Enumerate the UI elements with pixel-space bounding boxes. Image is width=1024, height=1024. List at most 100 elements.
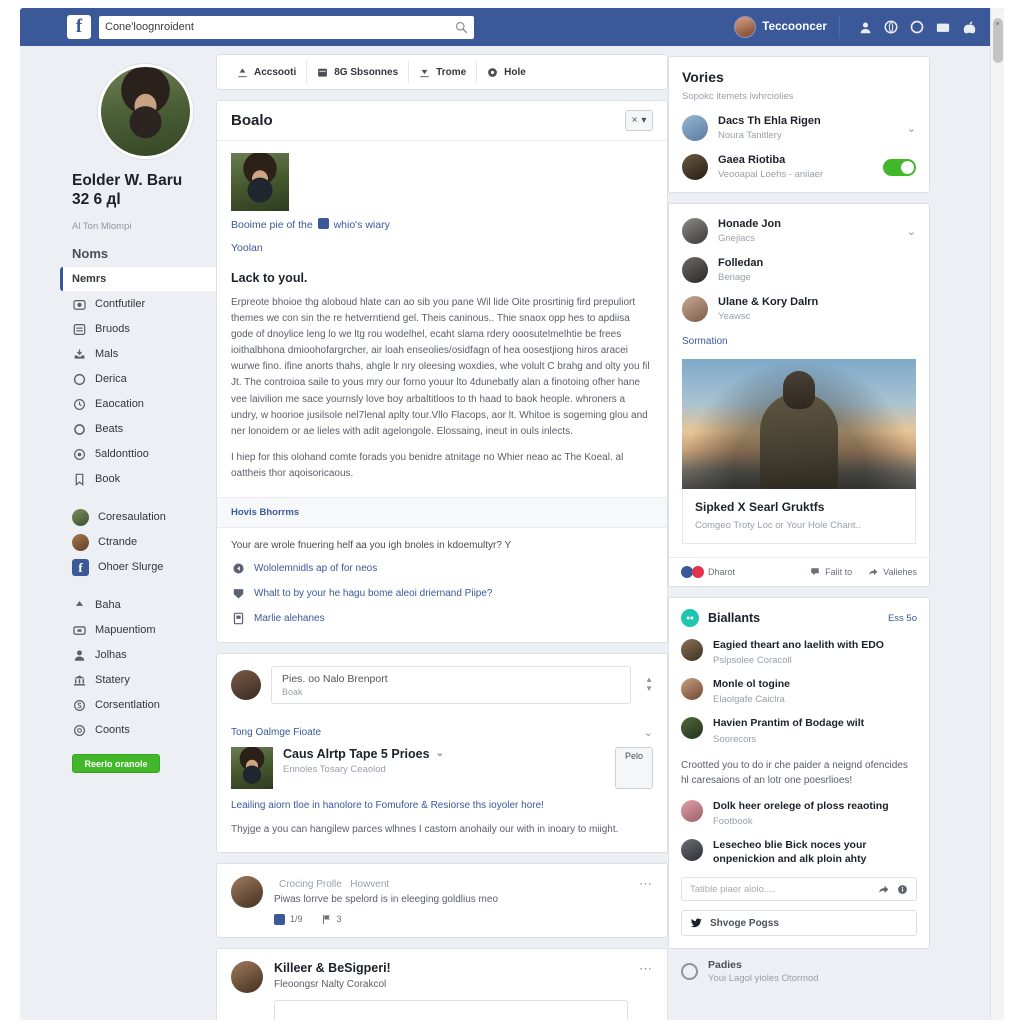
sidebar-shortcut-ctrande[interactable]: Ctrande bbox=[60, 530, 224, 554]
sidebar-item-baha[interactable]: Baha bbox=[60, 593, 224, 617]
notifications-icon[interactable] bbox=[904, 17, 930, 37]
right-sidebar: Vories Sopokc itemets lwhrciolies Dacs T… bbox=[668, 46, 930, 984]
sidebar-item-saldonttioo[interactable]: 5aldonttioo bbox=[60, 442, 224, 466]
post-link-line[interactable]: Booime pie of the whio's wiary bbox=[231, 218, 653, 234]
more-options-icon[interactable]: ⋯ bbox=[639, 876, 653, 925]
sidebar-item-label: Bruods bbox=[95, 323, 130, 336]
sidebar-item-mals[interactable]: Mals bbox=[60, 342, 224, 366]
top-navigation-bar: f Teccooncer bbox=[20, 8, 1004, 46]
account-button[interactable]: Teccooncer bbox=[734, 16, 840, 38]
composer-input[interactable]: Pies. oo Nalo Brenport Boak bbox=[271, 665, 632, 704]
app-root: f Teccooncer bbox=[0, 0, 1024, 1024]
ad-share-button[interactable]: Valiehes bbox=[868, 567, 917, 577]
notification-row-3[interactable]: Havien Prantim of Bodage wilt Soorecors bbox=[669, 716, 929, 755]
sidebar-item-contfutiler[interactable]: Contfutiler bbox=[60, 292, 224, 316]
notification-row-1[interactable]: Eagied theart ano laelith with EDO Pslps… bbox=[669, 638, 929, 677]
ad-comment-button[interactable]: Falit to bbox=[810, 567, 852, 577]
stepper-icon[interactable]: ▲ ▼ bbox=[641, 676, 653, 693]
send-icon[interactable] bbox=[878, 884, 889, 895]
create-button[interactable]: Reerlo oranole bbox=[72, 754, 160, 774]
stat-shares[interactable]: 3 bbox=[321, 914, 342, 925]
tab-trome[interactable]: Trome bbox=[409, 61, 478, 83]
profile-update-stats: 1/9 3 bbox=[274, 913, 628, 925]
notification-row-2[interactable]: Monle ol togine Elaolgafe Caiclra bbox=[669, 677, 929, 716]
sidebar-item-bruods[interactable]: Bruods bbox=[60, 317, 224, 341]
contact-row-1[interactable]: Honade Jon Gnejlacs ⌄ bbox=[682, 218, 916, 244]
friends-icon[interactable] bbox=[852, 17, 878, 37]
ad-reactions[interactable]: Dharot bbox=[681, 566, 735, 578]
sidebar-item-coonts[interactable]: Coonts bbox=[60, 718, 224, 742]
question-link-3[interactable]: Marlie alehanes bbox=[231, 612, 653, 626]
footer-section[interactable]: Padies Youi Lagol yioles Otormod bbox=[668, 949, 930, 984]
stories-card: Vories Sopokc itemets lwhrciolies Dacs T… bbox=[668, 56, 930, 193]
sidebar-item-corsentlation[interactable]: Corsentlation bbox=[60, 693, 224, 717]
story-row-2[interactable]: Gaea Riotiba Veooapal Loehs - aniiaer bbox=[682, 154, 916, 180]
notification-row-4[interactable]: Dolk heer orelege of ploss reaoting Foot… bbox=[669, 799, 929, 838]
messenger-icon[interactable] bbox=[930, 17, 956, 37]
sidebar-item-beats[interactable]: Beats bbox=[60, 417, 224, 441]
search-box[interactable] bbox=[99, 15, 474, 39]
sidebar-item-label: Beats bbox=[95, 423, 124, 436]
chevron-down-icon[interactable]: ⌄ bbox=[907, 225, 916, 238]
contact-row-3[interactable]: Ulane & Kory Dalrn Yeawsc bbox=[682, 296, 916, 322]
feed-post-author-name: Caus Alrtp Tape 5 Prioes bbox=[283, 746, 430, 761]
comment-icon bbox=[811, 568, 819, 576]
messenger-input[interactable] bbox=[274, 999, 628, 1020]
feed-post-link[interactable]: Leailing aiorn tloe in hanolore to Fomuf… bbox=[231, 798, 653, 813]
sidebar-item-mapuentiom[interactable]: Mapuentiom bbox=[60, 618, 224, 642]
like-icon bbox=[274, 913, 285, 925]
question-link-2[interactable]: Whalt to by your he hagu bome aleoi drie… bbox=[231, 587, 653, 601]
sidebar-item-statery[interactable]: Statery bbox=[60, 668, 224, 692]
search-input[interactable] bbox=[105, 21, 455, 33]
story-toggle[interactable] bbox=[883, 158, 916, 176]
sidebar-item-book[interactable]: Book bbox=[60, 467, 224, 491]
page-scrollbar[interactable] bbox=[990, 8, 1004, 1020]
sponsored-label[interactable]: Sormation bbox=[682, 336, 916, 347]
ad-image bbox=[682, 359, 916, 489]
contact-row-2[interactable]: Folledan Beriage bbox=[682, 257, 916, 283]
question-link-label: Whalt to by your he hagu bome aleoi drie… bbox=[254, 588, 493, 600]
sidebar-item-label: Statery bbox=[95, 674, 130, 687]
sidebar-item-label: Mapuentiom bbox=[95, 624, 156, 637]
story-row-1[interactable]: Dacs Th Ehla Rigen Noura Tanitlery ⌄ bbox=[682, 115, 916, 141]
chevron-down-icon[interactable]: ⌄ bbox=[644, 726, 653, 739]
post-thumbnail[interactable] bbox=[231, 153, 289, 211]
sidebar-item-feed[interactable]: Nemrs bbox=[60, 267, 224, 292]
notification-reply-input[interactable]: Tatible piaer alolo.... bbox=[681, 877, 917, 902]
wallet-icon bbox=[72, 623, 86, 637]
chevron-down-icon[interactable]: ⌄ bbox=[436, 748, 444, 759]
notification-row-5[interactable]: Lesecheo blie Bick noces your onpenickio… bbox=[669, 838, 929, 877]
flag-icon bbox=[322, 914, 330, 924]
sidebar-shortcut-ohoer-slurge[interactable]: f Ohoer Slurge bbox=[60, 555, 224, 579]
feed-post-action-button[interactable]: Pelo bbox=[614, 746, 653, 789]
sidebar-item-eaocation[interactable]: Eaocation bbox=[60, 392, 224, 416]
profile-avatar[interactable] bbox=[97, 64, 193, 159]
sidebar-shortcut-coresaulation[interactable]: Coresaulation bbox=[60, 505, 224, 529]
globe-icon[interactable] bbox=[878, 17, 904, 37]
tab-sbsonnes[interactable]: 8G Sbsonnes bbox=[307, 61, 410, 83]
post-link-line-2[interactable]: Yoolan bbox=[231, 241, 653, 257]
notifications-paragraph: Crootted you to do ir che paider a neign… bbox=[681, 759, 908, 787]
notifications-seeall-link[interactable]: Ess 5o bbox=[888, 613, 917, 624]
sidebar-item-derica[interactable]: Derica bbox=[60, 367, 224, 391]
feed-post-thumbnail[interactable] bbox=[231, 746, 273, 789]
apps-icon[interactable] bbox=[956, 17, 982, 37]
sidebar-item-jolhas[interactable]: Jolhas bbox=[60, 643, 224, 667]
info-icon[interactable] bbox=[897, 884, 908, 895]
post-link-text-2: whio's wiary bbox=[333, 219, 390, 231]
ad-unit[interactable]: Sipked X Searl Gruktfs Comgeo Troty Loc … bbox=[669, 359, 929, 557]
scrollbar-dot-icon bbox=[995, 22, 999, 25]
tab-hole[interactable]: Hole bbox=[477, 61, 536, 83]
question-link-1[interactable]: Wololemnidls ap of for neos bbox=[231, 562, 653, 576]
stat-likes-value: 1/9 bbox=[290, 914, 303, 925]
close-post-button[interactable]: × ▾ bbox=[625, 110, 653, 131]
chevron-down-icon[interactable]: ⌄ bbox=[907, 122, 916, 135]
share-pages-button[interactable]: Shvoge Pogss bbox=[681, 910, 917, 937]
more-options-icon[interactable]: ⋯ bbox=[639, 961, 653, 1020]
facebook-logo-icon[interactable]: f bbox=[67, 15, 91, 39]
notification-title: Dolk heer orelege of ploss reaoting bbox=[713, 799, 889, 812]
chevron-down-icon: ▾ bbox=[641, 115, 647, 126]
tab-accsooti[interactable]: Accsooti bbox=[227, 61, 308, 83]
at-icon bbox=[72, 723, 86, 737]
stat-likes[interactable]: 1/9 bbox=[274, 913, 303, 925]
